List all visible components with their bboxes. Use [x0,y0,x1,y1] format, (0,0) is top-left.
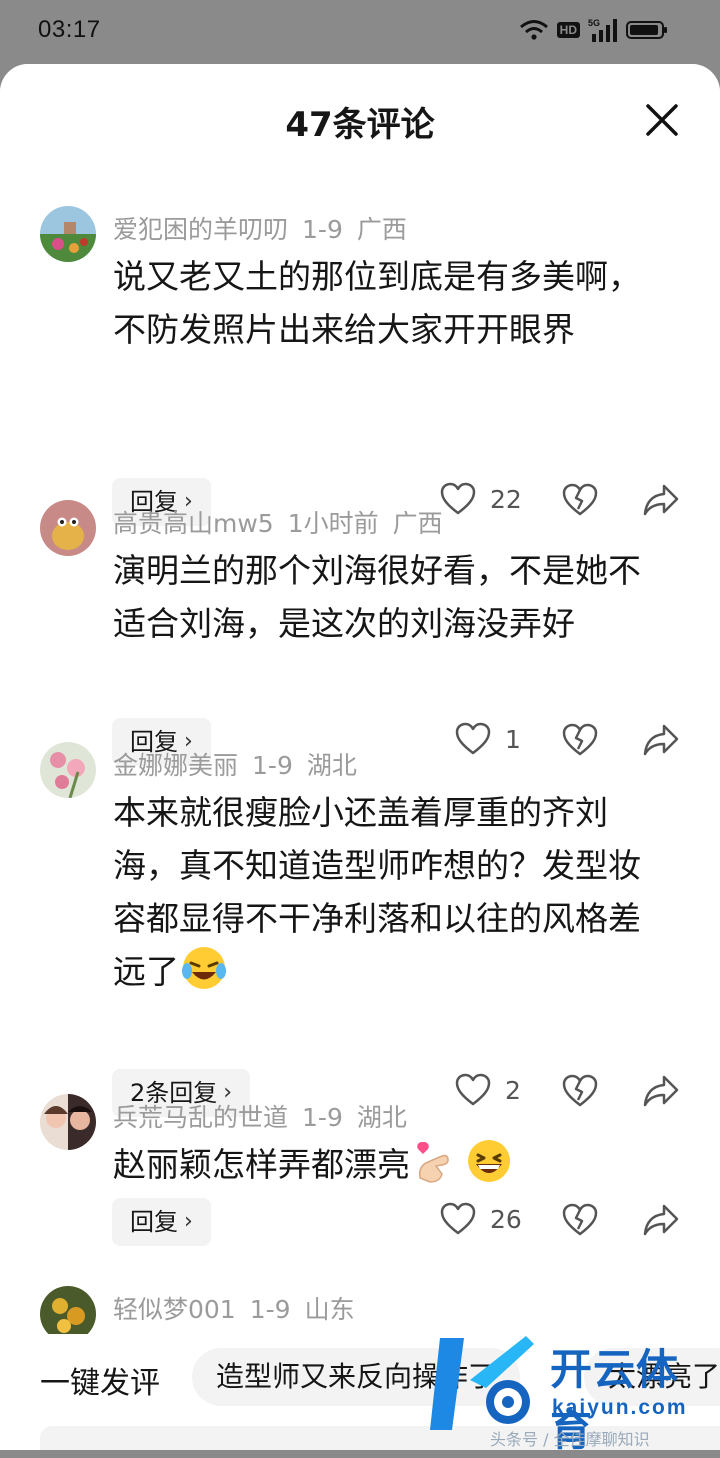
comment-meta: 轻似梦001 1-9 山东 [113,1290,369,1326]
comment-date: 1小时前 [287,509,379,538]
comment-region: 山东 [304,1295,355,1324]
comment-text: 本来就很瘦脸小还盖着厚重的齐刘海，真不知道造型师咋想的？发型妆容都显得不干净利落… [113,793,641,991]
comment-text: 说又老又土的那位到底是有多美啊，不防发照片出来给大家开开眼界 [113,257,641,349]
comment-region: 湖北 [306,751,357,780]
share-icon[interactable] [642,482,680,518]
share-icon[interactable] [642,1202,680,1238]
finger-heart-emoji [417,1142,449,1183]
comment-date: 1-9 [302,215,343,244]
heart-icon [440,1202,476,1235]
username[interactable]: 兵荒马乱的世道 [113,1103,288,1132]
username[interactable]: 爱犯困的羊叨叨 [113,215,288,244]
avatar[interactable] [40,206,96,262]
grin-emoji [468,1140,510,1182]
share-icon[interactable] [642,722,680,758]
hd-badge: HD [556,22,580,38]
laugh-cry-emoji [182,947,226,989]
like-button[interactable]: 1 [455,722,521,756]
comment-region: 广西 [356,215,407,244]
comment-meta: 爱犯困的羊叨叨 1-9 广西 [113,210,421,246]
comment-meta: 兵荒马乱的世道 1-9 湖北 [113,1098,421,1134]
broken-heart-icon[interactable] [562,482,598,518]
heart-icon [455,1073,491,1106]
quick-comment-label: 一键发评 [40,1366,160,1401]
comment-date: 1-9 [249,1295,291,1324]
avatar[interactable] [40,742,96,798]
quick-reply-chip[interactable]: 造型师又来反向操作了 [192,1348,521,1406]
comments-sheet: 47条评论 爱犯困的羊叨叨 1-9 广西 说又老又土的那位到底是有多美啊，不防发照片… [0,64,720,1450]
avatar[interactable] [40,1094,96,1150]
sheet-header: 47条评论 [0,64,720,172]
share-icon[interactable] [642,1073,680,1109]
username[interactable]: 金娜娜美丽 [113,751,238,780]
comment-date: 1-9 [302,1103,343,1132]
quick-reply-bar: 一键发评 造型师又来反向操作了 太漂亮了 [0,1334,720,1450]
reply-button[interactable]: 回复 › [112,1198,211,1246]
like-count: 22 [490,484,522,514]
comment-actions: 回复 › 26 [0,1198,720,1246]
status-bar: 03:17 HD 5G [0,0,720,64]
username[interactable]: 轻似梦001 [113,1295,236,1324]
avatar[interactable] [40,500,96,556]
comment-input[interactable] [40,1426,720,1450]
like-count: 2 [505,1075,521,1105]
comment-region: 广西 [392,509,443,538]
comment-region: 湖北 [356,1103,407,1132]
comment-text: 演明兰的那个刘海很好看，不是她不适合刘海，是这次的刘海没弄好 [113,551,641,643]
status-icons: HD 5G [519,18,667,42]
comment-meta: 金娜娜美丽 1-9 湖北 [113,746,371,782]
like-count: 1 [505,724,521,754]
like-count: 26 [490,1204,522,1234]
status-time: 03:17 [38,16,101,43]
comment-text: 赵丽颖怎样弄都漂亮 [113,1138,673,1191]
comment-count-title: 47条评论 [285,105,435,145]
wifi-icon [519,20,548,40]
chevron-right-icon: › [184,1209,193,1234]
like-button[interactable]: 2 [455,1073,521,1107]
close-icon[interactable] [644,102,680,138]
svg-text:5G: 5G [588,18,600,28]
username[interactable]: 高贵高山mw5 [113,509,274,538]
quick-reply-chip[interactable]: 太漂亮了 [584,1348,720,1406]
signal-icon: 5G [588,18,617,42]
broken-heart-icon[interactable] [562,722,598,758]
broken-heart-icon[interactable] [562,1202,598,1238]
broken-heart-icon[interactable] [562,1073,598,1109]
comment-meta: 高贵高山mw5 1小时前 广西 [113,504,457,540]
like-button[interactable]: 26 [440,1202,522,1236]
battery-icon [626,21,667,39]
comment-date: 1-9 [252,751,293,780]
heart-icon [455,722,491,755]
